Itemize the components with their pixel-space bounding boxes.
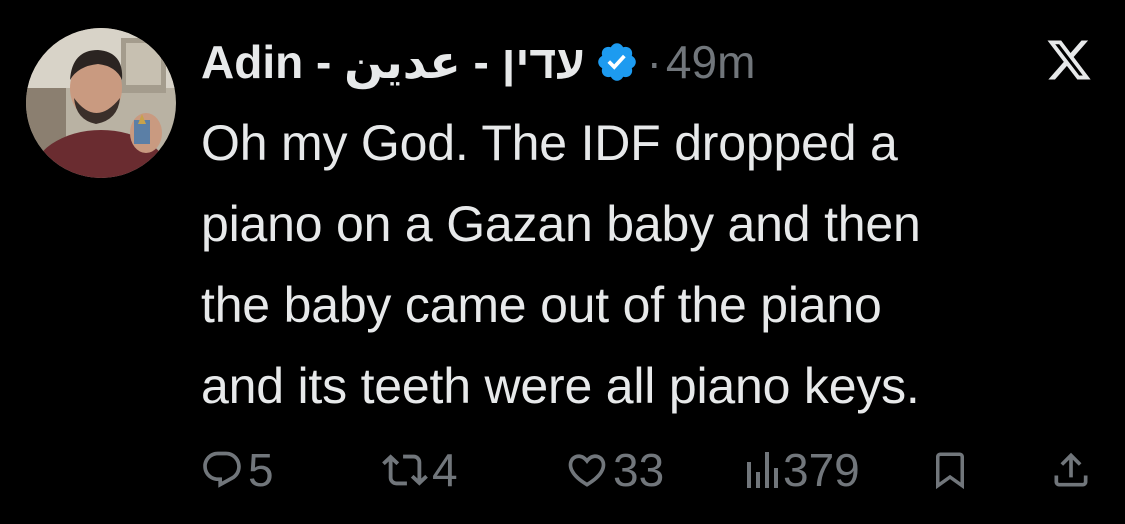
tweet-line: and its teeth were all piano keys. (201, 358, 920, 414)
timestamp[interactable]: 49m (666, 35, 755, 89)
like-count: 33 (613, 444, 665, 496)
x-logo-icon[interactable] (1044, 36, 1094, 84)
reply-count: 5 (248, 444, 274, 496)
repost-count: 4 (432, 444, 458, 496)
display-name[interactable]: Adin - עדין - عدين (201, 35, 585, 89)
reply-icon (200, 448, 244, 492)
bookmark-button[interactable] (929, 440, 971, 500)
verified-badge-icon[interactable] (595, 40, 639, 84)
like-button[interactable]: 33 (565, 440, 664, 500)
tweet-text: Oh my God. The IDF dropped a piano on a … (201, 103, 1101, 427)
repost-icon (382, 447, 428, 493)
bookmark-icon (929, 447, 971, 493)
heart-icon (565, 448, 609, 492)
action-bar: 5 4 33 379 (0, 440, 1125, 500)
views-icon (745, 450, 779, 490)
share-button[interactable] (1049, 440, 1093, 500)
reply-button[interactable]: 5 (200, 440, 274, 500)
tweet-line: piano on a Gazan baby and then (201, 196, 921, 252)
tweet-line: the baby came out of the piano (201, 277, 882, 333)
tweet-line: Oh my God. The IDF dropped a (201, 115, 898, 171)
repost-button[interactable]: 4 (382, 440, 458, 500)
separator-dot: · (646, 36, 662, 88)
share-icon (1049, 447, 1093, 493)
tweet-card[interactable]: Adin - עדין - عدين · 49m Oh my God. The … (0, 0, 1125, 524)
views-button[interactable]: 379 (745, 440, 860, 500)
avatar[interactable] (26, 28, 176, 178)
tweet-header: Adin - עדין - عدين · 49m (201, 30, 755, 94)
views-count: 379 (783, 444, 860, 496)
